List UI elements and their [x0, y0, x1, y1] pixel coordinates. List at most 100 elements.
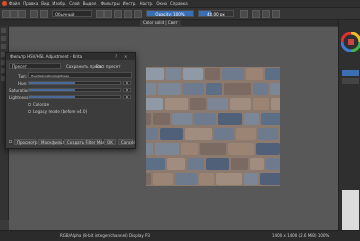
brick-stone [218, 113, 242, 125]
brick-stone [231, 158, 248, 170]
brick-stone [146, 98, 163, 110]
opacity-slider[interactable]: Opacity: 100% [146, 10, 194, 17]
preset-select[interactable]: Пресет [9, 63, 61, 69]
brick-stone [206, 158, 229, 170]
menu-item-view[interactable]: Вид [41, 1, 49, 6]
transform-tool-icon[interactable] [1, 36, 6, 41]
brick-stone [194, 113, 216, 125]
brick-stone [208, 98, 228, 110]
brick-stone [256, 143, 280, 155]
brick-stone [244, 173, 258, 185]
saturation-slider[interactable] [28, 88, 121, 92]
saturation-value-field[interactable]: 0 [123, 88, 131, 92]
dialog-title: Фильтр HSV/HSL Adjustment - Krita [10, 54, 83, 59]
brush-tool-icon[interactable] [1, 44, 6, 49]
hue-label: Hue: [18, 81, 28, 86]
brick-stone [250, 158, 264, 170]
brick-stone [153, 113, 170, 125]
brick-stone [146, 173, 151, 185]
brick-stone [146, 83, 156, 95]
type-label: Тип: [18, 74, 28, 79]
help-icon[interactable]: ? [115, 53, 117, 60]
lightness-slider[interactable] [28, 95, 121, 99]
menu-item-help[interactable]: Справка [170, 1, 188, 6]
menu-item-edit[interactable]: Правка [23, 1, 38, 6]
play-icon[interactable] [252, 10, 260, 18]
krita-logo-icon [2, 1, 7, 6]
brick-stone [260, 173, 280, 185]
brick-stone [246, 68, 263, 80]
lightness-value-field[interactable]: 0 [123, 95, 131, 99]
reload-preset-icon[interactable] [114, 10, 122, 18]
brick-stone [183, 83, 204, 95]
brick-stone [214, 128, 234, 140]
brick-stone [175, 173, 197, 185]
brick-stone [155, 143, 179, 155]
brush-size-slider[interactable]: 40.00 px [198, 10, 234, 17]
brush-preset-icon[interactable] [30, 10, 38, 18]
brick-stone [205, 68, 220, 80]
menu-item-filters[interactable]: Фильтры [101, 1, 120, 6]
menu-item-file[interactable]: Файл [9, 1, 20, 6]
gradient-icon[interactable] [134, 10, 142, 18]
brick-stone [244, 113, 259, 125]
layer-row[interactable] [342, 78, 359, 84]
swap-colors-icon[interactable] [40, 10, 48, 18]
menu-item-select[interactable]: Выдел. [83, 1, 98, 6]
brick-stone [146, 113, 151, 125]
colorize-checkbox[interactable] [28, 103, 31, 106]
legacy-mode-checkbox[interactable] [28, 110, 31, 113]
hue-slider[interactable] [28, 81, 121, 85]
brick-stone [185, 128, 212, 140]
brick-stone [206, 83, 222, 95]
create-filter-mask-button[interactable]: Создать Filter Mask [64, 139, 107, 145]
brick-stone [261, 113, 280, 125]
eraser-mode-icon[interactable] [96, 10, 104, 18]
open-document-icon[interactable] [10, 10, 18, 18]
brick-stone [199, 173, 214, 185]
pattern-icon[interactable] [124, 10, 132, 18]
mirror-horizontal-icon[interactable] [240, 10, 248, 18]
preview-button[interactable]: Просмотр [14, 139, 38, 145]
document-tab-bar: Сolor solid | Свет [0, 20, 338, 26]
brick-stone [167, 158, 185, 170]
ok-button[interactable]: OK [104, 139, 116, 145]
select-tool-icon[interactable] [1, 28, 6, 33]
brick-stone [230, 98, 251, 110]
menu-item-settings[interactable]: Настр. [140, 1, 154, 6]
workspace-icon[interactable] [272, 10, 280, 18]
close-icon[interactable]: ✕ [124, 53, 127, 60]
menu-item-image[interactable]: Изобр. [52, 1, 66, 6]
status-bar: RGB/Alpha (8-bit integer/channel) Displa… [0, 230, 360, 241]
dialog-title-bar[interactable]: Фильтр HSV/HSL Adjustment - Krita ? ✕ [6, 53, 135, 60]
save-document-icon[interactable] [18, 10, 26, 18]
brick-wall-image[interactable] [146, 67, 280, 186]
blend-mode-select[interactable]: Обычный [52, 10, 92, 17]
type-select[interactable]: Hue/Saturation/Lightness [28, 72, 132, 78]
lightness-label: Lightness: [9, 95, 30, 100]
brick-stone [166, 68, 181, 80]
brick-stone [228, 143, 254, 155]
wrap-around-icon[interactable] [262, 10, 270, 18]
brick-stone [190, 98, 206, 110]
document-tab[interactable]: Сolor solid | Свет [140, 20, 181, 26]
color-wheel-icon[interactable] [341, 32, 360, 52]
reset-preset-button[interactable]: Вос. пресет [96, 64, 121, 69]
preview-toggle-checkbox[interactable] [9, 140, 12, 143]
cancel-button[interactable]: Cancel [118, 139, 135, 145]
menu-item-window[interactable]: Окно [156, 1, 167, 6]
menu-item-tools[interactable]: Инстр. [123, 1, 137, 6]
mask-filter-button[interactable]: Маскфильтр [38, 139, 67, 145]
hsv-adjustment-dialog: Фильтр HSV/HSL Adjustment - Krita ? ✕ Пр… [5, 52, 136, 149]
layer-row-selected[interactable] [342, 70, 359, 76]
brick-stone [146, 128, 158, 140]
brick-stone [236, 128, 256, 140]
brick-stone [253, 98, 269, 110]
menu-bar: Файл Правка Вид Изобр. Слой Выдел. Фильт… [0, 0, 360, 8]
new-document-icon[interactable] [2, 10, 10, 18]
menu-item-layer[interactable]: Слой [69, 1, 79, 6]
right-dock [338, 20, 360, 240]
alpha-lock-icon[interactable] [104, 10, 112, 18]
brush-preset-thumbnail[interactable] [342, 190, 359, 230]
hue-value-field[interactable]: 0 [123, 81, 131, 85]
